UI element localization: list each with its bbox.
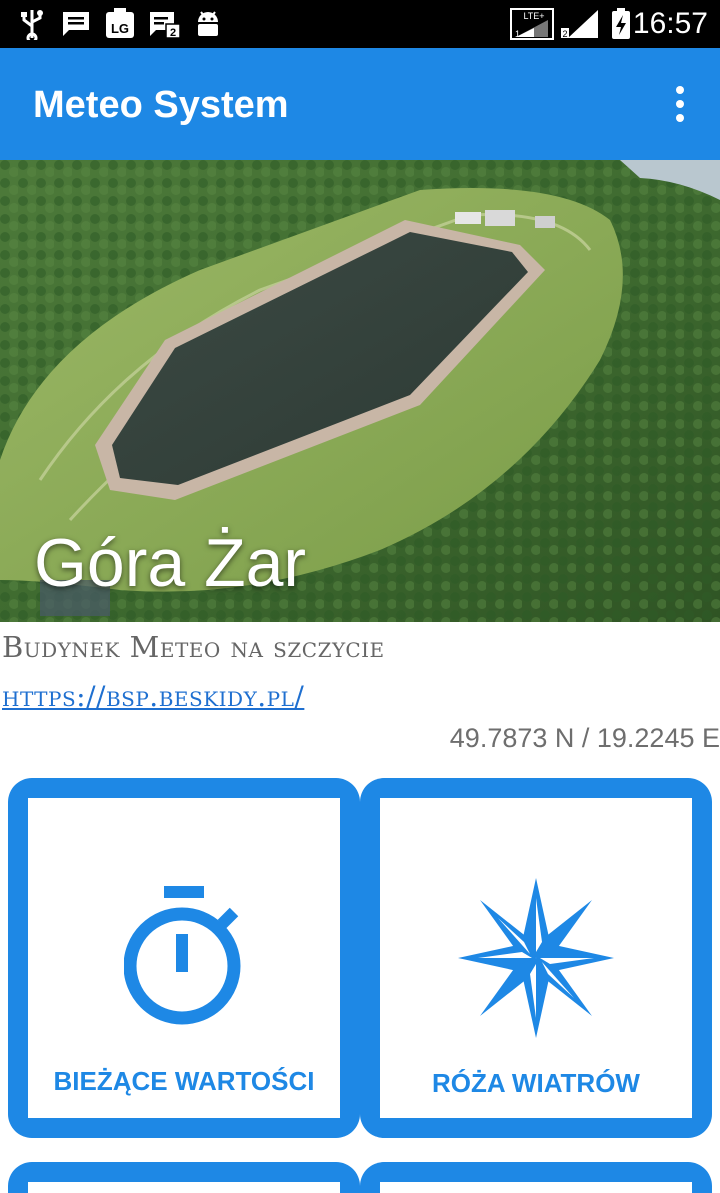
status-bar: LG 2 LTE+ 1 2 16:57 — [0, 0, 720, 48]
svg-text:LG: LG — [111, 21, 129, 36]
svg-text:2: 2 — [562, 29, 567, 39]
tile-3[interactable] — [8, 1162, 360, 1193]
location-name: Góra Żar — [34, 525, 307, 601]
more-vert-icon[interactable] — [664, 84, 696, 124]
android-icon — [198, 11, 218, 36]
signal-icon: 2 — [561, 10, 598, 39]
compass-rose-icon — [458, 878, 614, 1038]
svg-text:1: 1 — [515, 29, 520, 39]
location-coordinates: 49.7873 N / 19.2245 E — [449, 723, 720, 753]
status-time: 16:57 — [632, 7, 708, 40]
svg-text:2: 2 — [170, 27, 176, 39]
app-title: Meteo System — [33, 84, 289, 126]
sim-message-icon: 2 — [150, 12, 181, 39]
current-values-tile[interactable]: BIEŻĄCE WARTOŚCI — [8, 778, 360, 1138]
stopwatch-icon — [124, 886, 241, 1025]
lte-signal-icon: LTE+ 1 — [510, 8, 554, 40]
lg-icon: LG — [106, 8, 134, 38]
message-icon — [63, 12, 89, 36]
current-values-label: BIEŻĄCE WARTOŚCI — [53, 1066, 315, 1096]
usb-icon — [21, 10, 43, 40]
tile-4[interactable] — [360, 1162, 712, 1193]
location-description: Budynek Meteo na szczycie — [2, 630, 385, 664]
app-bar: Meteo System — [0, 48, 720, 160]
svg-text:LTE+: LTE+ — [523, 11, 544, 21]
battery-charging-icon — [612, 8, 630, 39]
wind-rose-label: RÓŻA WIATRÓW — [432, 1068, 640, 1098]
wind-rose-tile[interactable]: RÓŻA WIATRÓW — [360, 778, 712, 1138]
location-hero-image: Góra Żar — [0, 160, 720, 622]
location-url-link[interactable]: https://bsp.beskidy.pl/ — [2, 680, 304, 713]
